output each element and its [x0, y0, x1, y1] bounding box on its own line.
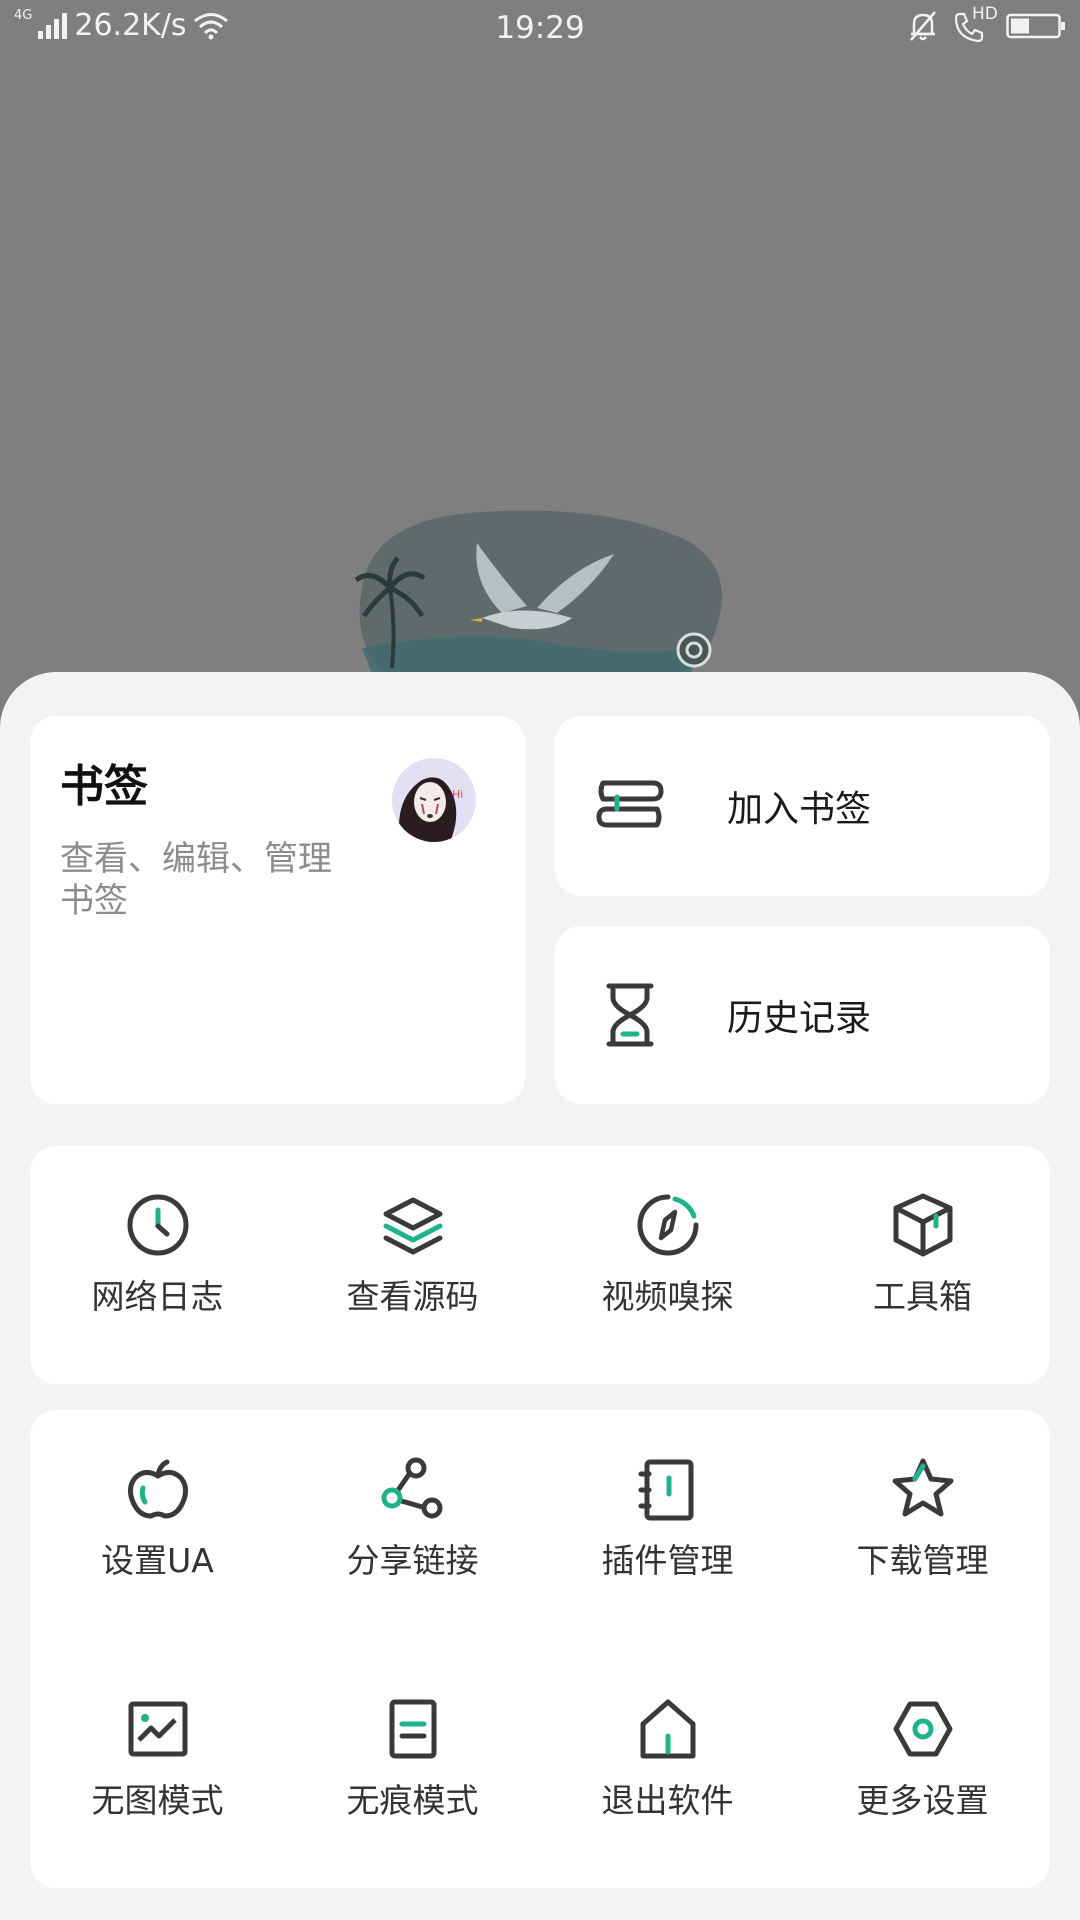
more-settings-label: 更多设置: [856, 1781, 989, 1820]
history-button[interactable]: 历史记录: [555, 926, 1050, 1104]
set-ua-button[interactable]: 设置UA: [30, 1410, 285, 1610]
history-label: 历史记录: [727, 998, 872, 1039]
battery-icon: [1006, 12, 1066, 40]
toolbox-label: 工具箱: [873, 1277, 972, 1316]
network-log-button[interactable]: 网络日志: [30, 1146, 285, 1346]
share-link-button[interactable]: 分享链接: [285, 1410, 540, 1610]
view-source-label: 查看源码: [346, 1277, 479, 1316]
toolbox-button[interactable]: 工具箱: [795, 1146, 1050, 1346]
clock-icon: [125, 1192, 191, 1258]
star-icon: [890, 1456, 956, 1522]
hd-call-icon: HD: [952, 4, 998, 42]
status-bar: 4G 26.2K/s 19:29 HD: [0, 0, 1080, 58]
download-manager-button[interactable]: 下载管理: [795, 1410, 1050, 1610]
add-bookmark-label: 加入书签: [727, 789, 872, 830]
layers-icon: [380, 1192, 446, 1258]
view-source-button[interactable]: 查看源码: [285, 1146, 540, 1346]
no-image-mode-label: 无图模式: [91, 1781, 224, 1820]
more-settings-button[interactable]: 更多设置: [795, 1650, 1050, 1850]
hd-label: HD: [972, 4, 998, 24]
incognito-mode-button[interactable]: 无痕模式: [285, 1650, 540, 1850]
add-bookmark-button[interactable]: 加入书签: [555, 716, 1050, 896]
plugin-manager-button[interactable]: 插件管理: [540, 1410, 795, 1610]
menu-sheet: 书签 查看、编辑、管理书签 Hi 加入书签 历史记录 网络日志 查看源码 视频嗅…: [0, 672, 1080, 1920]
video-sniff-label: 视频嗅探: [601, 1277, 734, 1316]
exit-app-button[interactable]: 退出软件: [540, 1650, 795, 1850]
home-exit-icon: [635, 1696, 701, 1762]
document-icon: [380, 1696, 446, 1762]
hourglass-icon: [595, 980, 665, 1050]
apple-icon: [125, 1456, 191, 1522]
add-bookmark-icon: [595, 771, 665, 841]
hexagon-settings-icon: [890, 1696, 956, 1762]
compass-icon: [635, 1192, 701, 1258]
status-right: HD: [908, 4, 1066, 42]
box-icon: [890, 1192, 956, 1258]
bookmarks-description: 查看、编辑、管理书签: [60, 839, 332, 921]
image-icon: [125, 1696, 191, 1762]
video-sniff-button[interactable]: 视频嗅探: [540, 1146, 795, 1346]
bell-muted-icon: [908, 10, 938, 42]
download-manager-label: 下载管理: [856, 1541, 989, 1580]
seagull-illustration: [352, 508, 732, 676]
more-card: 设置UA 分享链接 插件管理 下载管理 无图模式 无痕模式 退出软件 更多设置: [30, 1410, 1050, 1888]
exit-app-label: 退出软件: [601, 1781, 734, 1820]
set-ua-label: 设置UA: [101, 1541, 214, 1580]
bookmarks-title: 书签: [60, 761, 148, 812]
tools-card: 网络日志 查看源码 视频嗅探 工具箱: [30, 1146, 1050, 1384]
avatar: Hi: [392, 758, 476, 842]
plugin-book-icon: [635, 1456, 701, 1522]
svg-text:Hi: Hi: [452, 788, 463, 801]
share-link-label: 分享链接: [346, 1541, 479, 1580]
plugin-manager-label: 插件管理: [601, 1541, 734, 1580]
share-icon: [380, 1456, 446, 1522]
incognito-mode-label: 无痕模式: [346, 1781, 479, 1820]
bookmarks-card[interactable]: 书签 查看、编辑、管理书签 Hi: [30, 716, 525, 1104]
chat-bubble-icon: [676, 632, 712, 668]
no-image-mode-button[interactable]: 无图模式: [30, 1650, 285, 1850]
network-log-label: 网络日志: [91, 1277, 224, 1316]
